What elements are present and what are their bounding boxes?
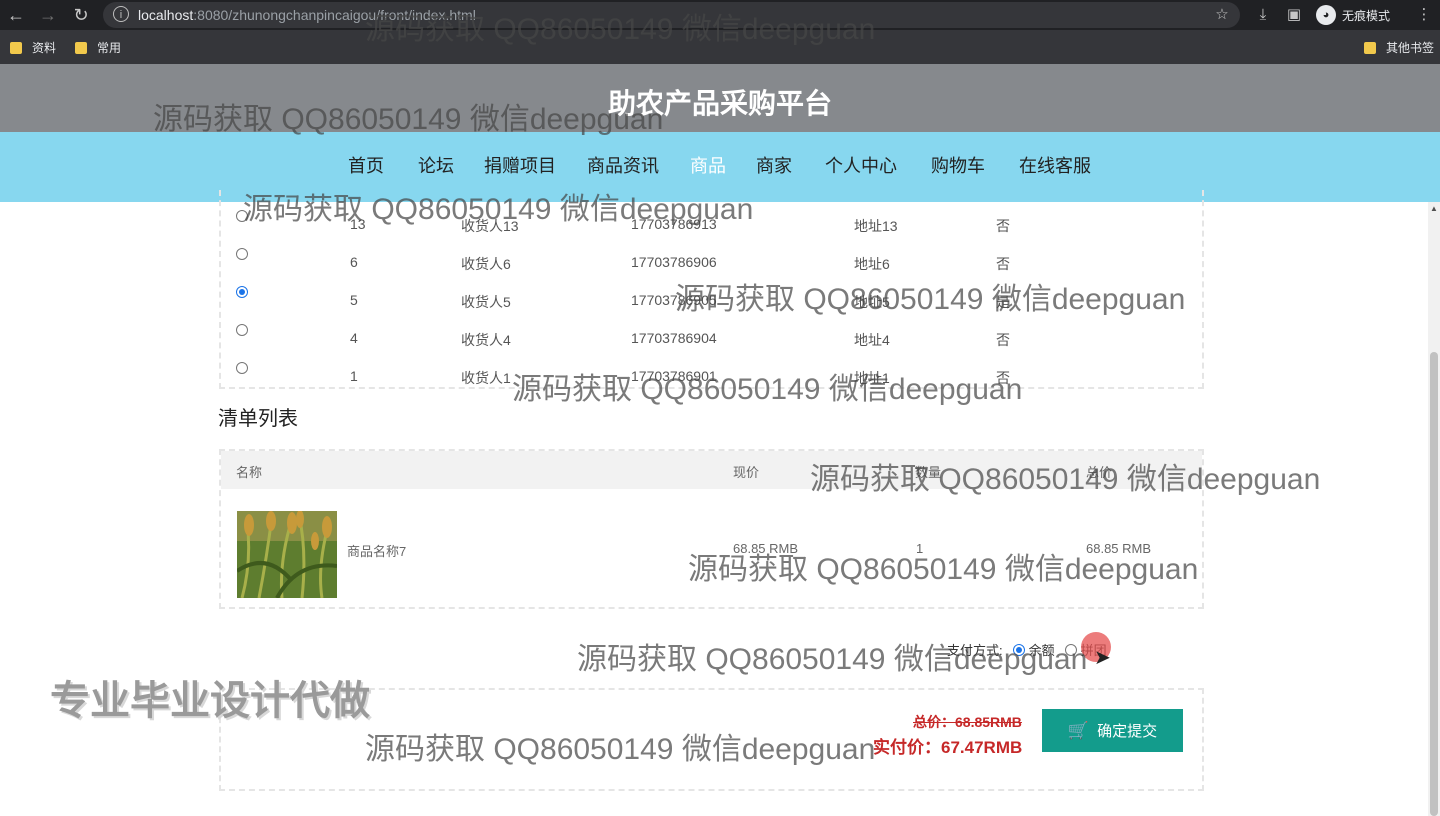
nav-service[interactable]: 在线客服	[1019, 152, 1091, 178]
scrollbar-thumb[interactable]	[1430, 352, 1438, 816]
submit-label: 确定提交	[1097, 723, 1158, 740]
info-icon[interactable]: i	[113, 6, 129, 22]
menu-dots-icon[interactable]: ⋮	[1414, 5, 1434, 25]
submit-button[interactable]: 🛒 确定提交	[1042, 709, 1183, 752]
mouse-cursor-icon: ➤	[1094, 647, 1111, 669]
site-header: 助农产品采购平台	[0, 64, 1440, 132]
folder-icon	[75, 41, 87, 54]
actual-price: 实付价：67.47RMB	[873, 738, 1023, 757]
nav-home[interactable]: 首页	[348, 152, 384, 178]
payment-option-balance[interactable]: 余额	[1029, 640, 1055, 659]
payment-radio-balance[interactable]	[1012, 643, 1025, 656]
browser-toolbar: ← → ↻ i localhost:8080/zhunongchanpincai…	[0, 0, 1440, 30]
promo-stamp: 专业毕业设计代做	[50, 679, 370, 723]
table-row[interactable]: 6 收货人6 17703786906 地址6 否	[0, 244, 1010, 282]
forward-arrow-icon[interactable]: →	[36, 3, 60, 27]
cart-icon: 🛒	[1067, 720, 1090, 740]
incognito-indicator[interactable]: ◕ 无痕模式	[1316, 4, 1390, 26]
payment-radio-group[interactable]	[1064, 643, 1077, 656]
product-thumbnail[interactable]	[237, 511, 337, 598]
bookmarks-bar: 资料 常用 其他书签	[0, 30, 1440, 64]
nav-merchants[interactable]: 商家	[756, 152, 792, 178]
address-radio-selected[interactable]	[236, 286, 248, 298]
header-total: 总价	[1086, 465, 1113, 480]
nav-forum[interactable]: 论坛	[418, 152, 454, 178]
table-row[interactable]: 13 收货人13 17703786913 地址13 否	[0, 206, 1010, 244]
url-text[interactable]: localhost:8080/zhunongchanpincaigou/fron…	[138, 7, 476, 23]
back-arrow-icon[interactable]: ←	[4, 3, 28, 27]
nav-products[interactable]: 商品	[690, 152, 726, 178]
nav-cart[interactable]: 购物车	[931, 152, 985, 178]
address-radio[interactable]	[236, 210, 248, 222]
cart-item-total: 68.85 RMB	[1086, 541, 1152, 556]
address-radio[interactable]	[236, 324, 248, 336]
site-title: 助农产品采购平台	[607, 88, 832, 119]
incognito-label: 无痕模式	[1342, 8, 1391, 23]
folder-icon	[10, 41, 22, 54]
nav-donation[interactable]: 捐赠项目	[484, 152, 556, 178]
cart-item-qty: 1	[916, 541, 924, 556]
header-price: 现价	[733, 465, 760, 480]
payment-label: 支付方式:	[947, 643, 1003, 658]
sidebar-icon[interactable]: ▣	[1284, 5, 1304, 25]
nav-profile[interactable]: 个人中心	[825, 152, 897, 178]
address-bar[interactable]: i localhost:8080/zhunongchanpincaigou/fr…	[103, 2, 1240, 28]
scroll-up-arrow-icon[interactable]: ▲	[1430, 204, 1438, 213]
cart-item-name[interactable]: 商品名称7	[347, 541, 406, 560]
address-radio[interactable]	[236, 248, 248, 260]
total-price: 总价：68.85RMB	[913, 714, 1022, 730]
bookmark-star-icon[interactable]: ☆	[1212, 5, 1232, 25]
reload-icon[interactable]: ↻	[69, 3, 93, 27]
download-icon[interactable]: ⤓	[1253, 5, 1273, 25]
header-qty: 数量	[915, 465, 942, 480]
bookmark-folder-ziliao[interactable]: 资料	[10, 39, 56, 56]
incognito-icon: ◕	[1316, 5, 1336, 25]
table-row[interactable]: 1 收货人1 17703786901 地址1 否	[0, 358, 1010, 396]
bookmark-folder-changyong[interactable]: 常用	[75, 39, 121, 56]
cart-item-price: 68.85 RMB	[733, 541, 799, 556]
bookmark-folder-other[interactable]: 其他书签	[1364, 39, 1434, 56]
nav-news[interactable]: 商品资讯	[587, 152, 659, 178]
address-radio[interactable]	[236, 362, 248, 374]
table-row[interactable]: 5 收货人5 17703786905 地址5 是	[0, 282, 1010, 320]
section-title: 清单列表	[218, 408, 298, 430]
cart-table-header: 名称 现价 数量 总价	[221, 451, 1202, 489]
folder-icon	[1364, 41, 1376, 54]
header-name: 名称	[236, 465, 263, 480]
table-row[interactable]: 4 收货人4 17703786904 地址4 否	[0, 320, 1010, 358]
